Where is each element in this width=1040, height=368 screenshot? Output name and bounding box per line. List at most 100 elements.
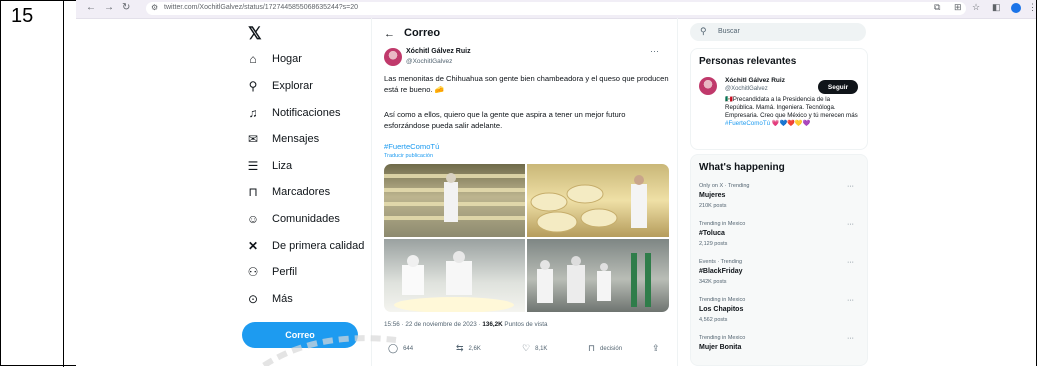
trend-name[interactable]: Mujeres: [699, 192, 725, 199]
nav-item-home[interactable]: ⌂ Hogar: [246, 49, 302, 69]
like-count: 8,1K: [535, 345, 548, 352]
nav-item-label: Marcadores: [272, 186, 331, 198]
heart-icon: ♡: [522, 343, 531, 353]
views-label: Puntos de vista: [502, 321, 548, 328]
hashtag-link[interactable]: #FuerteComoTú: [384, 142, 439, 151]
trend-more-icon[interactable]: ···: [847, 221, 854, 228]
trend-more-icon[interactable]: ···: [847, 335, 854, 342]
more-options-icon[interactable]: ···: [650, 46, 659, 56]
forward-arrow-icon[interactable]: →: [104, 2, 114, 13]
nav-item-label: Mensajes: [272, 133, 320, 145]
post-media-grid: [384, 164, 669, 312]
reply-button[interactable]: ◯ 644: [388, 343, 413, 354]
url-text: twitter.com/XochitlGalvez/status/1727445…: [164, 4, 358, 11]
nav-item-messages[interactable]: ✉ Mensajes: [246, 129, 319, 149]
site-info-icon[interactable]: ⚙: [151, 3, 158, 12]
person-bio-text: 🇲🇽Precandidata a la Presidencia de la Re…: [725, 96, 858, 119]
media-photo-4[interactable]: [527, 239, 669, 312]
sidepanel-icon[interactable]: ◧: [992, 2, 1001, 13]
reply-count: 644: [403, 345, 414, 352]
author-name[interactable]: Xóchitl Gálvez Ruiz: [406, 48, 471, 55]
row-number-cell: 15: [1, 1, 64, 367]
browser-toolbar: ← → ↻ ⚙ twitter.com/XochitlGalvez/status…: [76, 0, 1036, 19]
bookmark-icon: ⊓: [248, 185, 258, 199]
trend-name[interactable]: #Toluca: [699, 230, 725, 237]
follow-button[interactable]: Seguir: [818, 80, 858, 94]
media-photo-3[interactable]: [384, 239, 525, 312]
translate-link[interactable]: Traducir publicación: [384, 153, 433, 159]
post-column: ← Correo Xóchitl Gálvez Ruiz @XochitlGal…: [371, 18, 678, 366]
trend-count: 342K posts: [699, 279, 727, 285]
profile-avatar-icon[interactable]: [1011, 3, 1021, 13]
people-icon: ☺: [246, 212, 260, 226]
envelope-icon: ✉: [247, 132, 259, 146]
trend-meta: Trending in Mexico: [699, 335, 746, 341]
bookmark-button[interactable]: ⊓ decisión: [588, 343, 622, 354]
media-photo-2[interactable]: [527, 164, 669, 237]
bookmark-star-icon[interactable]: ☆: [972, 2, 980, 13]
nav-item-bookmarks[interactable]: ⊓ Marcadores: [246, 182, 330, 202]
trend-name[interactable]: Mujer Bonita: [699, 344, 741, 351]
repost-count: 2,6K: [468, 345, 481, 352]
trend-name[interactable]: Los Chapitos: [699, 306, 743, 313]
page-title: Correo: [404, 27, 441, 39]
person-handle[interactable]: @XochitlGalvez: [725, 86, 768, 92]
post-text-paragraph-1: Las menonitas de Chihuahua son gente bie…: [384, 74, 669, 94]
nav-item-communities[interactable]: ☺ Comunidades: [246, 209, 340, 229]
trend-meta: Trending in Mexico: [699, 297, 746, 303]
like-button[interactable]: ♡ 8,1K: [522, 343, 547, 354]
list-icon: ☰: [247, 159, 259, 173]
person-bio: 🇲🇽Precandidata a la Presidencia de la Re…: [725, 96, 860, 128]
relevant-people-title: Personas relevantes: [699, 56, 797, 67]
person-bio-hashtag[interactable]: #FuerteComoTú 💗💙❤️💛💜: [725, 120, 810, 127]
views-count: 136,2K: [482, 321, 503, 328]
nav-item-notifications[interactable]: ♫ Notificaciones: [246, 103, 341, 123]
trend-more-icon[interactable]: ···: [847, 183, 854, 190]
author-avatar[interactable]: [384, 48, 402, 66]
back-arrow-icon[interactable]: ←: [86, 2, 96, 13]
post-meta: 15:56 · 22 de noviembre de 2023 · 136,2K…: [384, 321, 548, 328]
person-name[interactable]: Xóchitl Gálvez Ruiz: [725, 77, 785, 84]
person-icon: ⚇: [247, 265, 259, 279]
trend-more-icon[interactable]: ···: [847, 297, 854, 304]
cast-icon[interactable]: ⧉: [934, 2, 940, 13]
menu-kebab-icon[interactable]: ⋮: [1028, 2, 1036, 13]
nav-item-more[interactable]: ⊙ Más: [246, 289, 293, 309]
trend-name[interactable]: #BlackFriday: [699, 268, 743, 275]
relevant-people-card: Personas relevantes Xóchitl Gálvez Ruiz …: [690, 48, 868, 150]
search-input[interactable]: ⚲ Buscar: [690, 23, 866, 41]
nav-item-label: Notificaciones: [272, 107, 341, 119]
nav-item-profile[interactable]: ⚇ Perfil: [246, 262, 297, 282]
row-number: 15: [11, 5, 34, 27]
back-arrow-icon[interactable]: ←: [384, 28, 395, 40]
home-icon: ⌂: [249, 52, 257, 66]
search-placeholder: Buscar: [718, 28, 740, 35]
reload-icon[interactable]: ↻: [122, 2, 130, 13]
x-logo-icon[interactable]: 𝕏: [248, 24, 262, 44]
nav-item-label: Comunidades: [272, 213, 340, 225]
post-button[interactable]: Correo: [242, 322, 358, 348]
search-icon: ⚲: [248, 79, 258, 93]
trend-count: 4,562 posts: [699, 317, 728, 323]
more-circle-icon: ⊙: [247, 292, 259, 306]
whats-happening-card: What's happening Only on X · Trending Mu…: [690, 154, 868, 366]
nav-item-explore[interactable]: ⚲ Explorar: [246, 76, 313, 96]
nav-item-premium[interactable]: ✕ De primera calidad: [246, 236, 364, 256]
translate-icon[interactable]: ⊞: [954, 2, 962, 13]
post-actions: ◯ 644 ⇆ 2,6K ♡ 8,1K ⊓ decisión ⇪: [384, 343, 669, 355]
nav-item-label: Perfil: [272, 266, 298, 278]
trend-meta: Events · Trending: [699, 259, 743, 265]
repost-button[interactable]: ⇆ 2,6K: [456, 343, 481, 354]
media-photo-1[interactable]: [384, 164, 525, 237]
person-avatar[interactable]: [699, 77, 717, 95]
nav-item-lists[interactable]: ☰ Liza: [246, 156, 293, 176]
address-bar[interactable]: ⚙ twitter.com/XochitlGalvez/status/17274…: [146, 2, 966, 15]
post-time[interactable]: 15:56 · 22 de noviembre de 2023 ·: [384, 321, 482, 328]
share-button[interactable]: ⇪: [652, 343, 665, 354]
nav-item-label: Más: [272, 293, 293, 305]
x-logo-icon: ✕: [247, 239, 259, 253]
author-handle[interactable]: @XochitlGalvez: [406, 58, 452, 65]
trend-more-icon[interactable]: ···: [847, 259, 854, 266]
screenshot: ← → ↻ ⚙ twitter.com/XochitlGalvez/status…: [76, 0, 1036, 366]
bell-icon: ♫: [248, 106, 258, 120]
